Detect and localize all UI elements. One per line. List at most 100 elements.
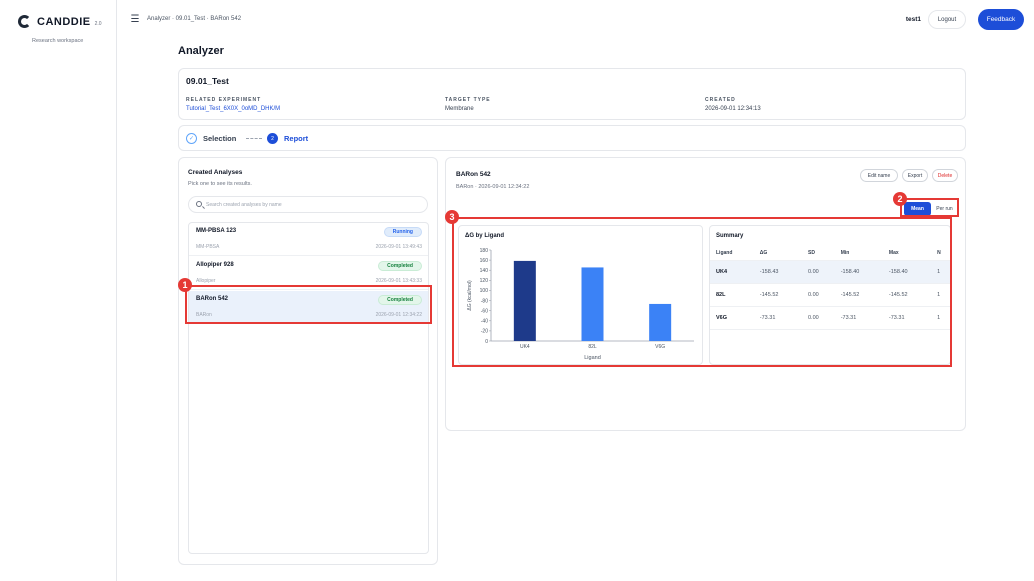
- step-divider: [246, 138, 262, 139]
- y-tick-label: 140: [480, 268, 489, 274]
- summary-title: Summary: [716, 233, 744, 239]
- x-tick-label: UK4: [520, 344, 530, 350]
- target-type-label: TARGET TYPE: [445, 97, 491, 103]
- brand-version: 2.0: [94, 20, 102, 27]
- export-button[interactable]: Export: [902, 169, 928, 182]
- user-name: test1: [905, 16, 921, 23]
- chart-title: ΔG by Ligand: [465, 233, 504, 239]
- x-tick-label: V6G: [655, 344, 665, 350]
- search-input[interactable]: [206, 199, 421, 210]
- analysis-name: BARon 542: [196, 296, 229, 302]
- brand-name: CANDDIE: [37, 15, 91, 28]
- created: CREATED 2026-09-01 12:34:13: [705, 97, 761, 112]
- cell-max: -145.52: [882, 283, 932, 307]
- list-item[interactable]: MM-PBSA 123 Running MM-PBSA 2026-09-01 1…: [189, 223, 428, 256]
- analysis-name: Allopiper 928: [196, 262, 234, 268]
- per-run-toggle[interactable]: Per run: [931, 202, 958, 216]
- col-max: Max: [882, 246, 932, 261]
- analyses-list: MM-PBSA 123 Running MM-PBSA 2026-09-01 1…: [188, 222, 429, 554]
- related-experiment-label: RELATED EXPERIMENT: [186, 97, 262, 103]
- bar-chart: 0 -20 -40 -60 -80 100 120 140 160 180 ΔG (kcal/mol…: [467, 248, 694, 361]
- annotation-badge-2: 2: [893, 192, 907, 206]
- experiment-card: 09.01_Test RELATED EXPERIMENT Tutorial_T…: [178, 68, 966, 120]
- analysis-date: 2026-09-01 13:43:33: [375, 278, 422, 284]
- detail-panel: BARon 542 BARon · 2026-09-01 12:34:22 Ed…: [445, 157, 966, 431]
- created-label: CREATED: [705, 97, 736, 103]
- y-tick-label: 160: [480, 258, 489, 264]
- analysis-type: MM-PBSA: [196, 244, 220, 250]
- step-report[interactable]: Report: [284, 134, 308, 143]
- y-tick-label: -60: [481, 308, 488, 314]
- check-icon[interactable]: ✓: [186, 133, 197, 144]
- cell-sd: 0.00: [802, 260, 835, 284]
- search-icon: [196, 201, 202, 207]
- summary-card: Summary Ligand ΔG SD Min Max N UK4 -158.…: [709, 225, 951, 365]
- step-number-icon: 2: [267, 133, 278, 144]
- target-type: TARGET TYPE Membrane: [445, 97, 491, 112]
- y-tick-label: -40: [481, 319, 488, 325]
- cell-dg: -158.43: [753, 260, 802, 284]
- related-experiment-link[interactable]: Tutorial_Test_6X0X_0oMD_DHK/M: [186, 106, 280, 112]
- cell-min: -145.52: [834, 283, 883, 307]
- mean-toggle[interactable]: Mean: [904, 202, 931, 216]
- related-experiment: RELATED EXPERIMENT Tutorial_Test_6X0X_0o…: [186, 97, 280, 112]
- search-box: [188, 196, 428, 213]
- x-axis-label: Ligand: [584, 355, 601, 361]
- page-title: Analyzer: [178, 45, 224, 57]
- y-axis-label: ΔG (kcal/mol): [467, 280, 473, 311]
- logout-button[interactable]: Logout: [928, 10, 966, 29]
- cell-sd: 0.00: [802, 283, 835, 307]
- cell-ligand: V6G: [710, 306, 754, 330]
- chart-card: ΔG by Ligand 0 -20 -40 -60 -80 100 120 140 160 18…: [458, 225, 703, 365]
- table-row: V6G -73.31 0.00 -73.31 -73.31 1: [710, 306, 950, 330]
- status-badge: Running: [383, 227, 422, 237]
- summary-table: Ligand ΔG SD Min Max N UK4 -158.43 0.00 …: [710, 246, 950, 330]
- table-row: UK4 -158.43 0.00 -158.40 -158.40 1: [710, 260, 950, 284]
- experiment-title: 09.01_Test: [186, 76, 229, 86]
- status-badge: Completed: [378, 261, 422, 271]
- cell-min: -158.40: [834, 260, 883, 284]
- list-item[interactable]: BARon 542 Completed BARon 2026-09-01 12:…: [189, 291, 428, 324]
- status-badge: Completed: [378, 295, 422, 305]
- cell-sd: 0.00: [802, 306, 835, 330]
- analysis-date: 2026-09-01 13:49:43: [375, 244, 422, 250]
- step-selection[interactable]: Selection: [203, 134, 236, 143]
- y-tick-label: -20: [481, 329, 488, 335]
- analyses-panel: Created Analyses Pick one to see its res…: [178, 157, 438, 565]
- analysis-type: BARon: [196, 312, 212, 318]
- col-dg: ΔG: [753, 246, 802, 261]
- table-header-row: Ligand ΔG SD Min Max N: [710, 246, 950, 261]
- breadcrumb: Analyzer · 09.01_Test · BARon 542: [147, 16, 242, 22]
- bar: [649, 303, 672, 341]
- y-tick-label: 180: [480, 248, 489, 254]
- analyses-subtitle: Pick one to see its results.: [188, 181, 252, 187]
- bar: [581, 267, 604, 341]
- col-ligand: Ligand: [710, 246, 754, 261]
- delete-button[interactable]: Delete: [932, 169, 958, 182]
- feedback-button[interactable]: Feedback: [978, 9, 1024, 30]
- cell-max: -73.31: [882, 306, 932, 330]
- created-value: 2026-09-01 12:34:13: [705, 106, 761, 112]
- analysis-type: Allopiper: [196, 278, 216, 284]
- y-tick-label: 120: [480, 278, 489, 284]
- cell-n: 1: [931, 306, 950, 330]
- logo-icon: [18, 15, 31, 28]
- y-tick-label: 0: [485, 339, 488, 345]
- edit-name-button[interactable]: Edit name: [860, 169, 898, 182]
- analysis-date: 2026-09-01 12:34:22: [375, 312, 422, 318]
- table-row: 82L -145.52 0.00 -145.52 -145.52 1: [710, 283, 950, 307]
- bar: [513, 260, 536, 341]
- cell-dg: -73.31: [753, 306, 802, 330]
- menu-icon[interactable]: ☰: [127, 11, 143, 27]
- topbar: ☰ Analyzer · 09.01_Test · BARon 542 test…: [117, 0, 1034, 40]
- cell-ligand: UK4: [710, 260, 754, 284]
- col-min: Min: [834, 246, 883, 261]
- logo[interactable]: CANDDIE 2.0: [18, 15, 102, 28]
- cell-n: 1: [931, 260, 950, 284]
- list-item[interactable]: Allopiper 928 Completed Allopiper 2026-0…: [189, 257, 428, 290]
- y-tick-label: 100: [480, 288, 489, 294]
- sidebar-subtitle: Research workspace: [32, 38, 84, 44]
- col-n: N: [931, 246, 950, 261]
- sidebar: CANDDIE 2.0 Research workspace: [0, 0, 117, 581]
- analysis-name: MM-PBSA 123: [196, 228, 237, 234]
